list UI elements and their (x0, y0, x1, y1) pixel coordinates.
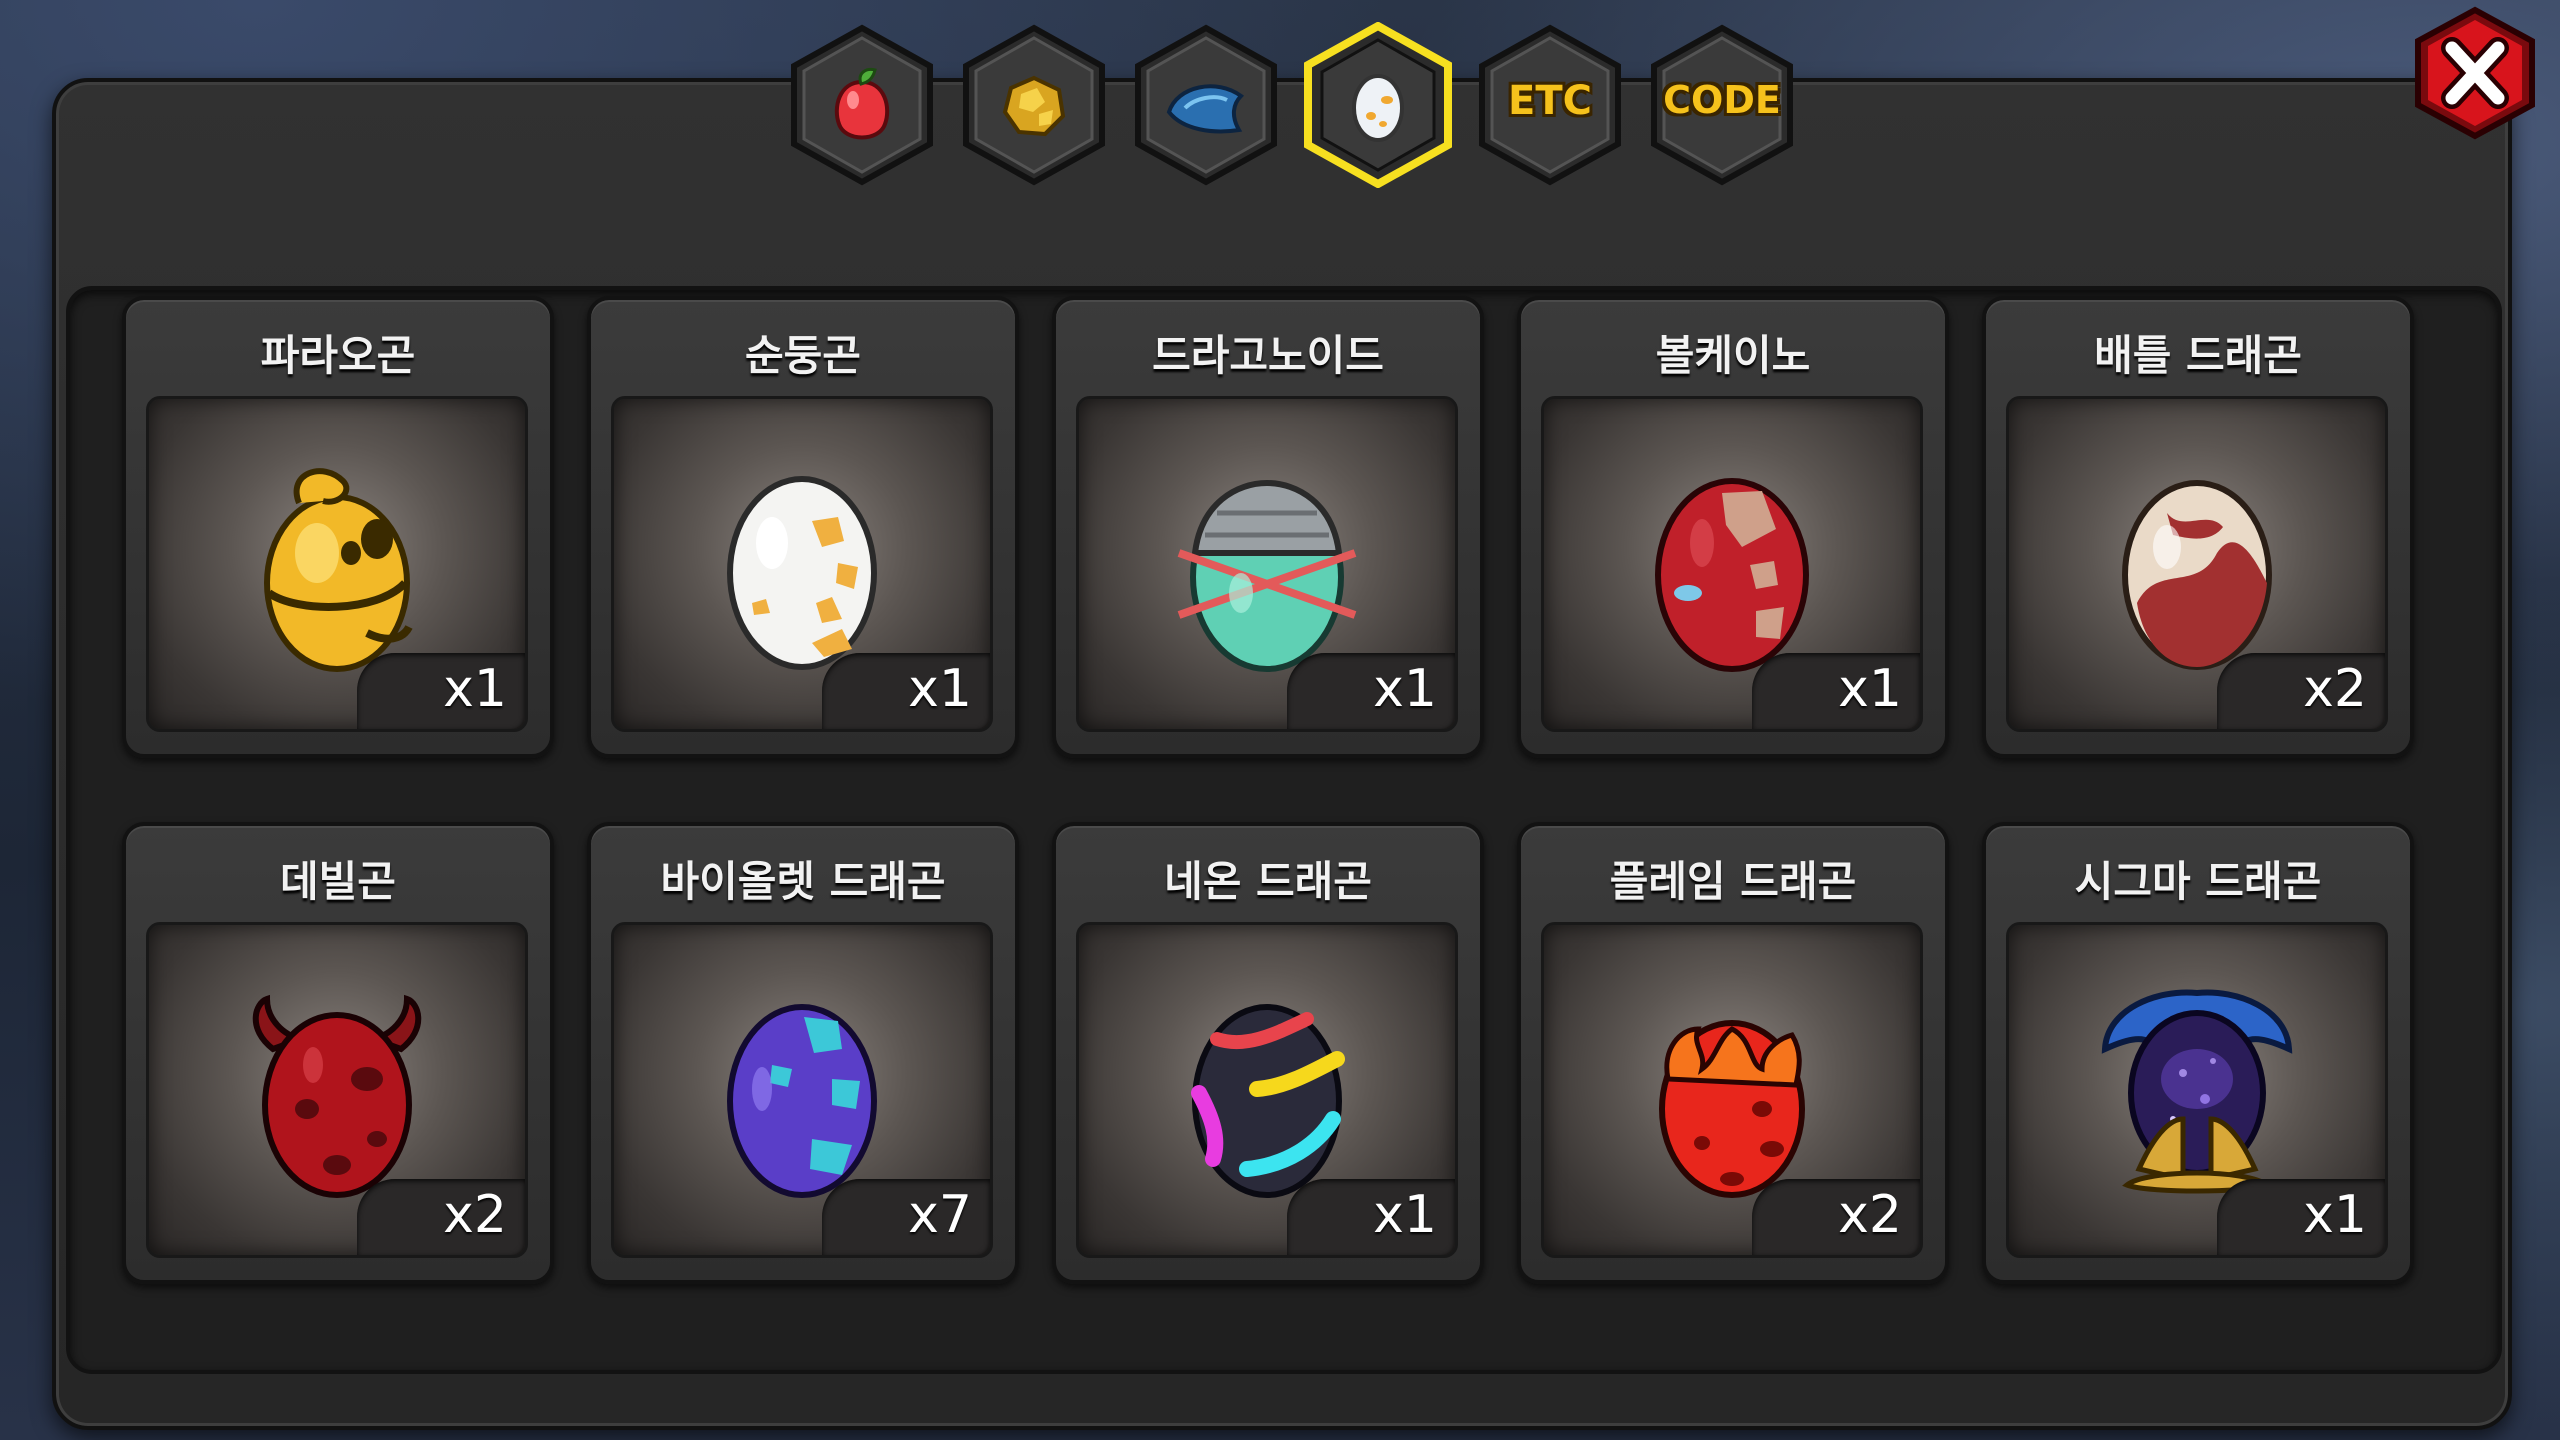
egg-icon (1352, 74, 1404, 142)
quantity-badge: x1 (2217, 1179, 2385, 1255)
item-slot: x2 (2006, 396, 2388, 732)
item-name: 볼케이노 (1655, 331, 1811, 380)
quantity-badge: x1 (822, 653, 990, 729)
item-name: 배틀 드래곤 (2094, 331, 2302, 380)
violet-dragon-egg-icon (727, 1004, 877, 1198)
item-card[interactable]: 배틀 드래곤 x2 (1982, 296, 2414, 758)
item-slot: x1 (611, 396, 993, 732)
item-quantity: x1 (1838, 659, 1902, 719)
item-quantity: x2 (443, 1185, 507, 1245)
item-slot: x1 (1541, 396, 1923, 732)
tab-etc[interactable]: ETC (1474, 22, 1626, 188)
item-card[interactable]: 플레임 드래곤 x2 (1517, 822, 1949, 1284)
item-card[interactable]: 드라고노이드 x1 (1052, 296, 1484, 758)
close-x-icon (2415, 6, 2535, 140)
quantity-badge: x2 (357, 1179, 525, 1255)
quantity-badge: x1 (357, 653, 525, 729)
tab-egg[interactable] (1302, 22, 1454, 188)
item-card[interactable]: 순둥곤 x1 (587, 296, 1019, 758)
game-scene: ETC CODE 파라오곤 x1 순둥곤 x1 드라고노이드 x1 볼케이노 x… (0, 0, 2560, 1440)
item-slot: x2 (146, 922, 528, 1258)
item-name: 네온 드래곤 (1164, 857, 1372, 906)
item-quantity: x1 (1373, 1185, 1437, 1245)
quantity-badge: x1 (1287, 653, 1455, 729)
blue-scale-icon (1166, 84, 1245, 134)
quantity-badge: x1 (1752, 653, 1920, 729)
item-name: 순둥곤 (745, 331, 861, 380)
category-tabs: ETC CODE (786, 22, 1798, 192)
flame-dragon-egg-icon (1659, 1020, 1805, 1198)
fruit-icon (834, 68, 890, 140)
item-quantity: x1 (908, 659, 972, 719)
quantity-badge: x1 (1287, 1179, 1455, 1255)
egg-inventory-grid: 파라오곤 x1 순둥곤 x1 드라고노이드 x1 볼케이노 x1 배틀 드래곤 … (122, 296, 2414, 1284)
item-name: 파라오곤 (260, 331, 416, 380)
item-card[interactable]: 바이올렛 드래곤 x7 (587, 822, 1019, 1284)
devil-egg-icon (252, 994, 422, 1198)
item-slot: x1 (2006, 922, 2388, 1258)
item-card[interactable]: 네온 드래곤 x1 (1052, 822, 1484, 1284)
gold-ore-icon (1002, 75, 1066, 137)
item-quantity: x2 (2303, 659, 2367, 719)
quantity-badge: x2 (2217, 653, 2385, 729)
item-slot: x7 (611, 922, 993, 1258)
quantity-badge: x2 (1752, 1179, 1920, 1255)
item-slot: x1 (1076, 396, 1458, 732)
item-slot: x1 (1076, 922, 1458, 1258)
white-gold-egg-icon (727, 476, 877, 670)
teal-dragonoid-egg-icon (1177, 479, 1357, 672)
item-name: 플레임 드래곤 (1609, 857, 1857, 906)
item-name: 바이올렛 드래곤 (660, 857, 946, 906)
item-card[interactable]: 데빌곤 x2 (122, 822, 554, 1284)
red-volcano-egg-icon (1655, 478, 1809, 672)
item-name: 시그마 드래곤 (2074, 857, 2322, 906)
battle-dragon-egg-icon (2122, 480, 2272, 670)
sigma-dragon-egg-icon (2101, 989, 2293, 1194)
item-quantity: x1 (2303, 1185, 2367, 1245)
tab-label-code: CODE (1663, 78, 1781, 122)
item-card[interactable]: 볼케이노 x1 (1517, 296, 1949, 758)
pharaoh-egg-icon (264, 468, 413, 672)
item-name: 데빌곤 (280, 857, 396, 906)
tab-fruit[interactable] (786, 22, 938, 188)
tab-gold[interactable] (958, 22, 1110, 188)
neon-dragon-egg-icon (1191, 1004, 1345, 1198)
item-quantity: x2 (1838, 1185, 1902, 1245)
item-slot: x2 (1541, 922, 1923, 1258)
tab-code[interactable]: CODE (1646, 22, 1798, 188)
item-quantity: x7 (908, 1185, 972, 1245)
close-button[interactable] (2408, 6, 2542, 140)
item-slot: x1 (146, 396, 528, 732)
item-name: 드라고노이드 (1152, 331, 1384, 380)
item-quantity: x1 (1373, 659, 1437, 719)
item-card[interactable]: 파라오곤 x1 (122, 296, 554, 758)
tab-label-etc: ETC (1508, 78, 1592, 124)
tab-scale[interactable] (1130, 22, 1282, 188)
item-quantity: x1 (443, 659, 507, 719)
quantity-badge: x7 (822, 1179, 990, 1255)
item-card[interactable]: 시그마 드래곤 x1 (1982, 822, 2414, 1284)
